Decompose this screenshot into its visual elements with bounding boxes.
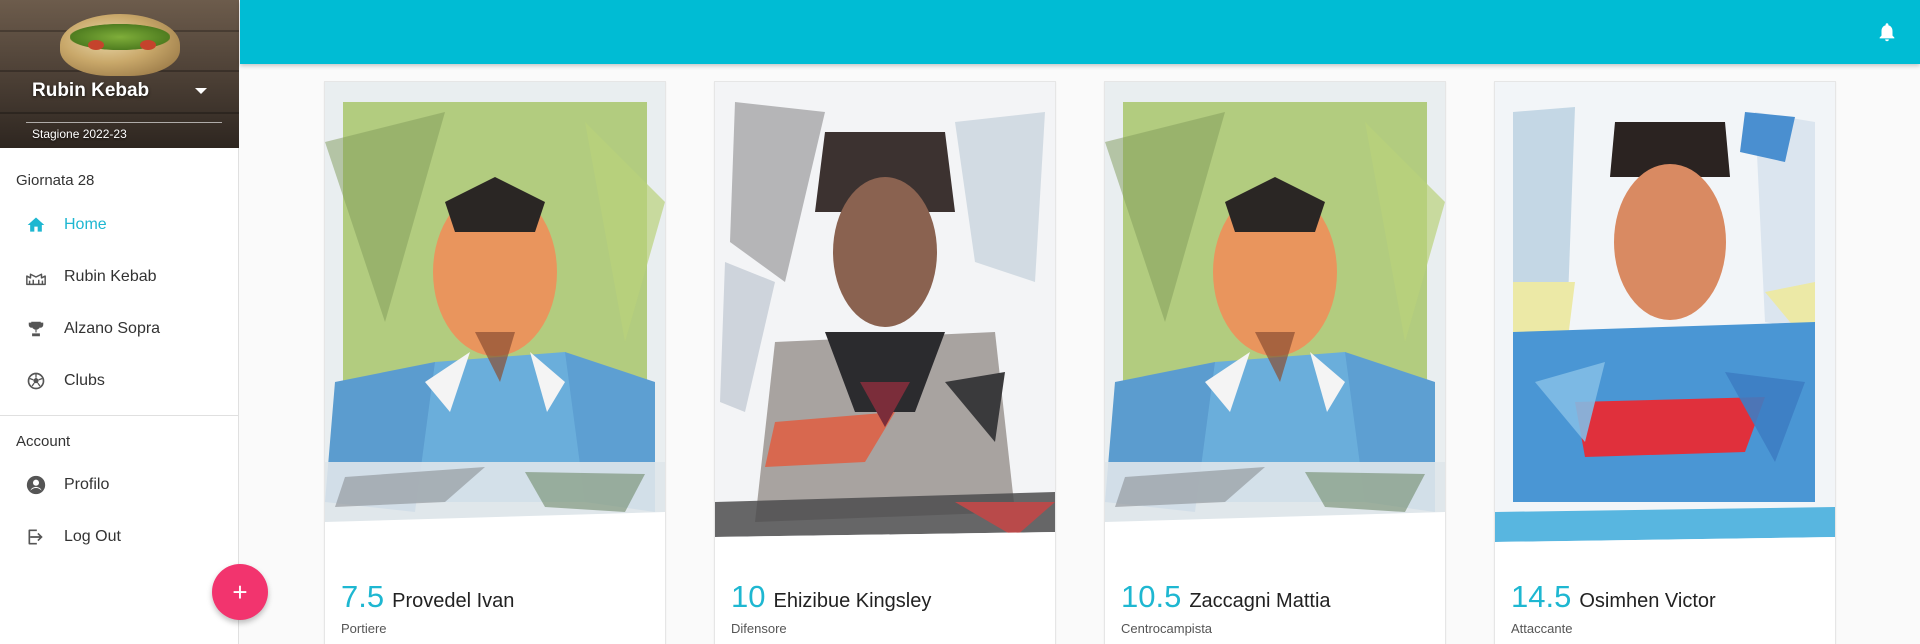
- player-name: Zaccagni Mattia: [1189, 590, 1331, 612]
- player-score: 14.5 Osimhen Victor: [1511, 579, 1716, 615]
- account-circle-icon: [25, 474, 47, 496]
- player-role: Difensore: [731, 621, 787, 636]
- player-role: Centrocampista: [1121, 621, 1213, 636]
- score-value: 10: [731, 579, 766, 614]
- top-app-bar: [240, 0, 1920, 64]
- player-name: Osimhen Victor: [1579, 590, 1716, 612]
- player-role: Attaccante: [1511, 621, 1573, 636]
- player-photo: [1495, 82, 1835, 567]
- score-value: 14.5: [1511, 579, 1572, 614]
- player-role: Portiere: [341, 621, 387, 636]
- nav-label: Rubin Kebab: [64, 268, 157, 285]
- nav-label: Home: [64, 216, 107, 233]
- player-photo: [325, 82, 665, 567]
- section-label-account: Account: [16, 433, 71, 450]
- team-dropdown-icon[interactable]: [195, 88, 207, 94]
- nav-label: Alzano Sopra: [64, 320, 161, 337]
- player-card[interactable]: 7.5 Provedel Ivan Portiere: [324, 81, 666, 644]
- player-card[interactable]: 10 Ehizibue Kingsley Difensore: [714, 81, 1056, 644]
- add-button[interactable]: +: [212, 564, 268, 620]
- player-photo: [715, 82, 1055, 567]
- stadium-icon: [25, 266, 47, 288]
- trophy-icon: [25, 318, 47, 340]
- nav-item-alzano-sopra[interactable]: Alzano Sopra: [0, 303, 238, 355]
- player-score: 10.5 Zaccagni Mattia: [1121, 579, 1331, 615]
- nav-label: Profilo: [64, 476, 110, 493]
- section-label-round: Giornata 28: [16, 172, 95, 189]
- nav-item-profilo[interactable]: Profilo: [0, 459, 238, 511]
- plus-icon: +: [232, 577, 248, 607]
- team-name: Rubin Kebab: [32, 80, 150, 101]
- score-value: 10.5: [1121, 579, 1182, 614]
- nav-item-logout[interactable]: Log Out: [0, 511, 238, 563]
- score-value: 7.5: [341, 579, 385, 614]
- player-card[interactable]: 10.5 Zaccagni Mattia Centrocampista: [1104, 81, 1446, 644]
- season-label: Stagione 2022-23: [32, 127, 127, 141]
- header-divider: [26, 122, 222, 123]
- logout-icon: [25, 526, 47, 548]
- player-photo: [1105, 82, 1445, 567]
- team-header[interactable]: Rubin Kebab Stagione 2022-23: [0, 0, 239, 148]
- nav-label: Log Out: [64, 528, 121, 545]
- nav-label: Clubs: [64, 372, 105, 389]
- player-card[interactable]: 14.5 Osimhen Victor Attaccante: [1494, 81, 1836, 644]
- player-score: 10 Ehizibue Kingsley: [731, 579, 931, 615]
- sidebar: Rubin Kebab Stagione 2022-23 Giornata 28…: [0, 0, 239, 644]
- soccer-ball-icon: [25, 370, 47, 392]
- player-name: Ehizibue Kingsley: [773, 590, 932, 612]
- bell-icon[interactable]: [1876, 20, 1900, 44]
- nav-item-rubin-kebab[interactable]: Rubin Kebab: [0, 251, 238, 303]
- nav-item-home[interactable]: Home: [0, 199, 238, 251]
- player-score: 7.5 Provedel Ivan: [341, 579, 514, 615]
- nav-item-clubs[interactable]: Clubs: [0, 355, 238, 407]
- player-name: Provedel Ivan: [392, 590, 515, 612]
- home-icon: [25, 214, 47, 236]
